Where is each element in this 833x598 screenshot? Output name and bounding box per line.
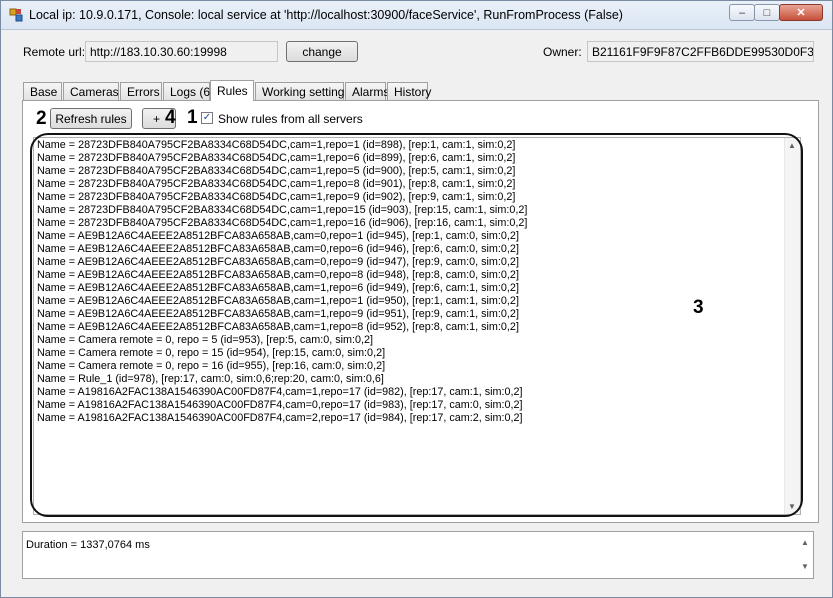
rule-item[interactable]: Name = A19816A2FAC138A1546390AC00FD87F4,… (34, 412, 800, 425)
log-output[interactable]: Duration = 1337,0764 ms ▲ ▼ (22, 531, 814, 579)
scroll-up-icon[interactable]: ▲ (788, 141, 796, 150)
rules-scrollbar[interactable]: ▲ ▼ (784, 138, 800, 514)
refresh-rules-button[interactable]: Refresh rules (50, 108, 132, 129)
duration-text: Duration = 1337,0764 ms (26, 539, 150, 551)
window-title: Local ip: 10.9.0.171, Console: local ser… (29, 8, 623, 22)
rule-item[interactable]: Name = Rule_1 (id=978), [rep:17, cam:0, … (34, 373, 800, 386)
callout-1: 1 (187, 107, 198, 128)
rules-lines: Name = 28723DFB840A795CF2BA8334C68D54DC,… (34, 138, 800, 425)
log-scroll-down-icon[interactable]: ▼ (801, 562, 809, 571)
rule-item[interactable]: Name = AE9B12A6C4AEEE2A8512BFCA83A658AB,… (34, 243, 800, 256)
rule-item[interactable]: Name = 28723DFB840A795CF2BA8334C68D54DC,… (34, 204, 800, 217)
change-button[interactable]: change (286, 41, 358, 62)
log-scroll-up-icon[interactable]: ▲ (801, 538, 809, 547)
main-window: Local ip: 10.9.0.171, Console: local ser… (0, 0, 833, 598)
tab-cameras[interactable]: Cameras (63, 82, 119, 100)
rule-item[interactable]: Name = A19816A2FAC138A1546390AC00FD87F4,… (34, 399, 800, 412)
remote-url-field[interactable]: http://183.10.30.60:19998 (85, 41, 278, 62)
callout-3: 3 (693, 297, 704, 318)
rule-item[interactable]: Name = Camera remote = 0, repo = 15 (id=… (34, 347, 800, 360)
tab-working-settings[interactable]: Working settings (255, 82, 350, 100)
rule-item[interactable]: Name = AE9B12A6C4AEEE2A8512BFCA83A658AB,… (34, 282, 800, 295)
tab-history[interactable]: History (387, 82, 431, 100)
rule-item[interactable]: Name = AE9B12A6C4AEEE2A8512BFCA83A658AB,… (34, 269, 800, 282)
tab-logs[interactable]: Logs (6) (163, 82, 214, 100)
title-bar: Local ip: 10.9.0.171, Console: local ser… (1, 1, 832, 30)
scroll-down-icon[interactable]: ▼ (788, 502, 796, 511)
rule-item[interactable]: Name = 28723DFB840A795CF2BA8334C68D54DC,… (34, 191, 800, 204)
rule-item[interactable]: Name = AE9B12A6C4AEEE2A8512BFCA83A658AB,… (34, 295, 800, 308)
tab-base[interactable]: Base (23, 82, 62, 100)
owner-label: Owner: (543, 45, 582, 59)
rule-item[interactable]: Name = Camera remote = 0, repo = 16 (id=… (34, 360, 800, 373)
rule-item[interactable]: Name = 28723DFB840A795CF2BA8334C68D54DC,… (34, 178, 800, 191)
close-button[interactable]: ✕ (779, 4, 823, 21)
rule-item[interactable]: Name = AE9B12A6C4AEEE2A8512BFCA83A658AB,… (34, 308, 800, 321)
app-icon (9, 8, 23, 22)
rule-item[interactable]: Name = AE9B12A6C4AEEE2A8512BFCA83A658AB,… (34, 230, 800, 243)
tab-errors[interactable]: Errors (120, 82, 162, 100)
rule-item[interactable]: Name = 28723DFB840A795CF2BA8334C68D54DC,… (34, 152, 800, 165)
owner-field[interactable]: B21161F9F9F87C2FFB6DDE99530D0F30 (587, 41, 814, 62)
rule-item[interactable]: Name = Camera remote = 0, repo = 5 (id=9… (34, 334, 800, 347)
maximize-button[interactable]: □ (754, 4, 780, 21)
remote-url-label: Remote url: (23, 45, 86, 59)
callout-4: 4 (165, 107, 176, 128)
show-all-servers-checkbox[interactable]: ✓ (201, 112, 213, 124)
show-all-servers-label: Show rules from all servers (218, 112, 363, 126)
rule-item[interactable]: Name = AE9B12A6C4AEEE2A8512BFCA83A658AB,… (34, 256, 800, 269)
tab-rules[interactable]: Rules (210, 80, 254, 101)
rule-item[interactable]: Name = A19816A2FAC138A1546390AC00FD87F4,… (34, 386, 800, 399)
callout-2: 2 (36, 108, 47, 129)
rule-item[interactable]: Name = 28723DFB840A795CF2BA8334C68D54DC,… (34, 217, 800, 230)
minimize-button[interactable]: – (729, 4, 755, 21)
tab-alarms[interactable]: Alarms (345, 82, 389, 100)
rule-item[interactable]: Name = 28723DFB840A795CF2BA8334C68D54DC,… (34, 139, 800, 152)
rule-item[interactable]: Name = AE9B12A6C4AEEE2A8512BFCA83A658AB,… (34, 321, 800, 334)
rule-item[interactable]: Name = 28723DFB840A795CF2BA8334C68D54DC,… (34, 165, 800, 178)
rules-list[interactable]: Name = 28723DFB840A795CF2BA8334C68D54DC,… (33, 137, 801, 515)
